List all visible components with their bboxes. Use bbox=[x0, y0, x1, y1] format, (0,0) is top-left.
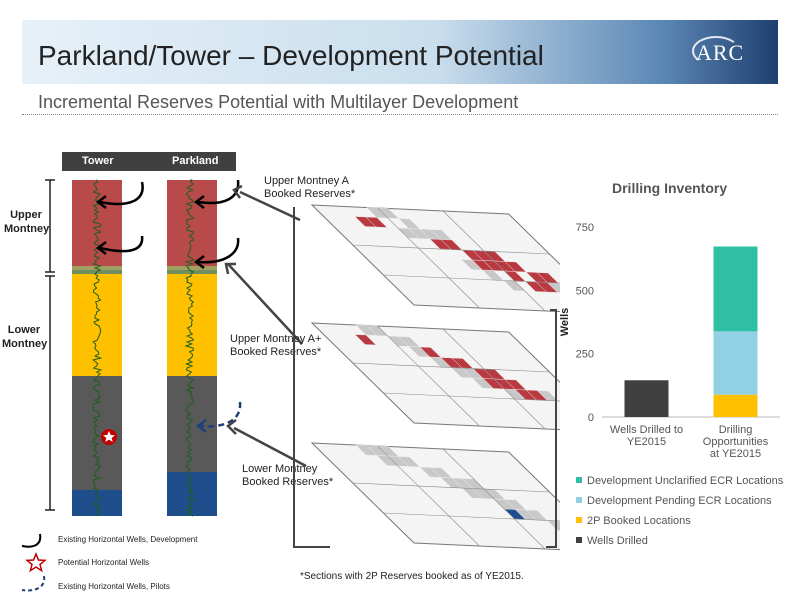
reserves-map-1 bbox=[310, 204, 560, 313]
legend-item-booked: 2P Booked Locations bbox=[576, 515, 783, 535]
page-title: Parkland/Tower – Development Potential bbox=[38, 40, 544, 71]
parkland-label: Parkland bbox=[172, 155, 219, 167]
reserves-maps bbox=[293, 204, 560, 551]
x-tick-label: Wells Drilled to bbox=[610, 424, 683, 436]
x-tick-label: at YE2015 bbox=[710, 448, 761, 460]
dashed-arrow-icon bbox=[21, 575, 46, 592]
potential-well-star-icon bbox=[101, 429, 117, 445]
y-tick-label: 250 bbox=[576, 349, 594, 361]
y-axis-label: Wells bbox=[559, 308, 571, 337]
x-tick-label: Opportunities bbox=[703, 436, 769, 448]
well-log-header: Tower Parkland bbox=[62, 152, 236, 171]
arc-logo: ARC bbox=[696, 40, 745, 65]
title-divider bbox=[22, 114, 778, 115]
legend-item-unclarified: Development Unclarified ECR Locations bbox=[576, 475, 783, 495]
tower-label: Tower bbox=[82, 155, 114, 167]
bar-wells-drilled bbox=[624, 380, 669, 417]
well-legend: Existing Horizontal Wells, Development P… bbox=[14, 532, 294, 592]
bar-development-pending-ecr-locations bbox=[713, 331, 758, 395]
x-tick-label: YE2015 bbox=[627, 436, 666, 448]
footnote: *Sections with 2P Reserves booked as of … bbox=[300, 571, 524, 582]
legend-item-pending: Development Pending ECR Locations bbox=[576, 495, 783, 515]
red-star-icon bbox=[25, 552, 47, 573]
y-tick-label: 500 bbox=[576, 285, 594, 297]
x-tick-label: Drilling bbox=[719, 424, 753, 436]
chart-legend: Development Unclarified ECR Locations De… bbox=[576, 475, 783, 555]
legend-item-drilled: Wells Drilled bbox=[576, 535, 783, 555]
reserves-map-3 bbox=[310, 442, 560, 551]
bar-development-unclarified-ecr-locations bbox=[713, 246, 758, 332]
reserves-map-2 bbox=[310, 322, 560, 431]
legend-potential-label: Potential Horizontal Wells bbox=[58, 558, 150, 567]
page-subtitle: Incremental Reserves Potential with Mult… bbox=[38, 92, 519, 112]
zone-brackets bbox=[45, 179, 55, 511]
y-tick-label: 750 bbox=[576, 222, 594, 234]
y-tick-label: 0 bbox=[588, 412, 594, 424]
black-arrow-icon bbox=[21, 533, 42, 548]
chart-title: Drilling Inventory bbox=[612, 180, 728, 196]
drilling-inventory-chart: 0 250 500 750 Wells Wells Drilled toYE2015 Dri… bbox=[559, 222, 780, 460]
legend-pilots-label: Existing Horizontal Wells, Pilots bbox=[58, 582, 170, 591]
bar-2p-booked-locations bbox=[713, 394, 758, 417]
legend-development-label: Existing Horizontal Wells, Development bbox=[58, 535, 198, 544]
